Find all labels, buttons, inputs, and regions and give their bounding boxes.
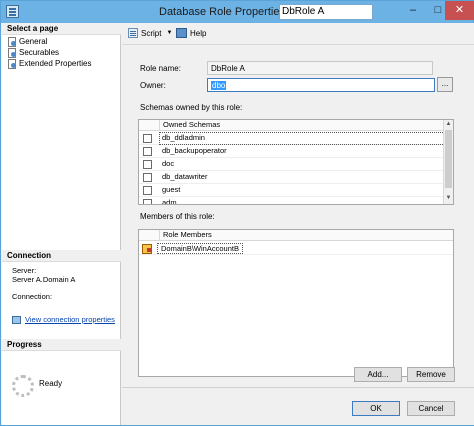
dialog-window: Database Role Properties - DbRole A – □ … xyxy=(0,0,474,426)
page-icon xyxy=(7,37,16,47)
server-value: Server A.Domain A xyxy=(12,275,76,284)
schema-name: guest xyxy=(162,185,181,194)
role-members-column-header[interactable]: Role Members xyxy=(159,230,453,241)
select-page-heading: Select a page xyxy=(2,23,121,35)
members-label: Members of this role: xyxy=(140,212,215,221)
table-row[interactable]: adm xyxy=(139,197,445,205)
schema-checkbox[interactable] xyxy=(143,173,152,182)
scrollbar-thumb[interactable] xyxy=(445,130,452,188)
schema-name: db_backupoperator xyxy=(162,146,227,155)
cancel-button[interactable]: Cancel xyxy=(407,401,455,416)
schema-checkbox[interactable] xyxy=(143,160,152,169)
server-label: Server: xyxy=(12,266,37,275)
role-name-label: Role name: xyxy=(140,64,181,73)
script-label: Script xyxy=(141,28,162,38)
page-general-label: General xyxy=(19,37,48,46)
scroll-up-icon[interactable]: ▲ xyxy=(444,120,453,129)
page-securables-label: Securables xyxy=(19,48,60,57)
help-button[interactable]: Help xyxy=(176,28,206,38)
schema-checkbox[interactable] xyxy=(143,147,152,156)
page-securables[interactable]: Securables xyxy=(7,47,59,58)
schema-name: db_datawriter xyxy=(162,172,208,181)
database-role-icon xyxy=(6,5,19,18)
close-button[interactable]: ✕ xyxy=(445,1,474,20)
owner-browse-button[interactable]: ... xyxy=(437,77,453,92)
table-row[interactable]: db_datawriter xyxy=(139,171,445,184)
connection-label: Connection: xyxy=(12,292,53,301)
owner-value: dbo xyxy=(211,81,227,90)
chevron-down-icon[interactable]: ▼ xyxy=(166,30,172,36)
schemas-grid-header: Owned Schemas xyxy=(139,120,445,131)
owned-schemas-column-header[interactable]: Owned Schemas xyxy=(159,120,445,131)
progress-status: Ready xyxy=(39,379,63,388)
table-row[interactable]: db_backupoperator xyxy=(139,145,445,158)
help-icon xyxy=(176,28,187,38)
script-button[interactable]: Script ▼ xyxy=(128,28,172,38)
ok-button[interactable]: OK xyxy=(352,401,400,416)
schema-checkbox[interactable] xyxy=(143,199,152,204)
title-bar[interactable]: Database Role Properties - DbRole A – □ … xyxy=(1,1,474,23)
toolbar: Script ▼ Help xyxy=(122,23,474,45)
progress-spinner-icon xyxy=(12,375,34,397)
view-connection-properties-link[interactable]: View connection properties xyxy=(12,315,115,324)
members-grid-header: Role Members xyxy=(139,230,453,241)
page-icon xyxy=(7,48,16,58)
view-connection-properties-label: View connection properties xyxy=(25,315,115,324)
schemas-label: Schemas owned by this role: xyxy=(140,103,243,112)
add-member-button[interactable]: Add... xyxy=(354,367,402,382)
schema-checkbox[interactable] xyxy=(143,134,152,143)
schema-checkbox[interactable] xyxy=(143,186,152,195)
page-icon xyxy=(7,59,16,69)
window-title-role-name: DbRole A xyxy=(279,4,373,20)
schemas-grid[interactable]: Owned Schemas db_ddladmin db_backupopera… xyxy=(138,119,454,205)
left-panel: Select a page General Securables Extende… xyxy=(2,23,121,425)
member-name: DomainB\WinAccountB xyxy=(157,243,243,254)
table-row[interactable]: guest xyxy=(139,184,445,197)
connection-properties-icon xyxy=(12,315,21,324)
scroll-down-icon[interactable]: ▼ xyxy=(444,194,453,203)
remove-member-button[interactable]: Remove xyxy=(407,367,455,382)
role-name-field[interactable]: DbRole A xyxy=(207,61,433,75)
script-icon xyxy=(128,28,138,38)
members-grid[interactable]: Role Members DomainB\WinAccountB xyxy=(138,229,454,377)
user-icon xyxy=(142,244,152,254)
owner-label: Owner: xyxy=(140,81,166,90)
page-extended-properties[interactable]: Extended Properties xyxy=(7,58,92,69)
page-general[interactable]: General xyxy=(7,36,47,47)
table-row[interactable]: doc xyxy=(139,158,445,171)
minimize-button[interactable]: – xyxy=(399,1,427,20)
schema-name: db_ddladmin xyxy=(159,132,445,145)
general-page: Script ▼ Help Role name: DbRole A Owner:… xyxy=(122,23,474,387)
progress-heading: Progress xyxy=(2,339,121,351)
window-title: Database Role Properties - xyxy=(159,6,292,18)
page-extended-properties-label: Extended Properties xyxy=(19,59,92,68)
owner-field[interactable]: dbo xyxy=(207,78,435,92)
help-label: Help xyxy=(190,28,207,38)
table-row[interactable]: db_ddladmin xyxy=(139,132,445,145)
schema-name: doc xyxy=(162,159,175,168)
schemas-scrollbar[interactable]: ▲ ▼ xyxy=(443,120,453,204)
connection-heading: Connection xyxy=(2,250,121,262)
schema-name: adm xyxy=(162,198,177,205)
table-row[interactable]: DomainB\WinAccountB xyxy=(139,242,453,255)
